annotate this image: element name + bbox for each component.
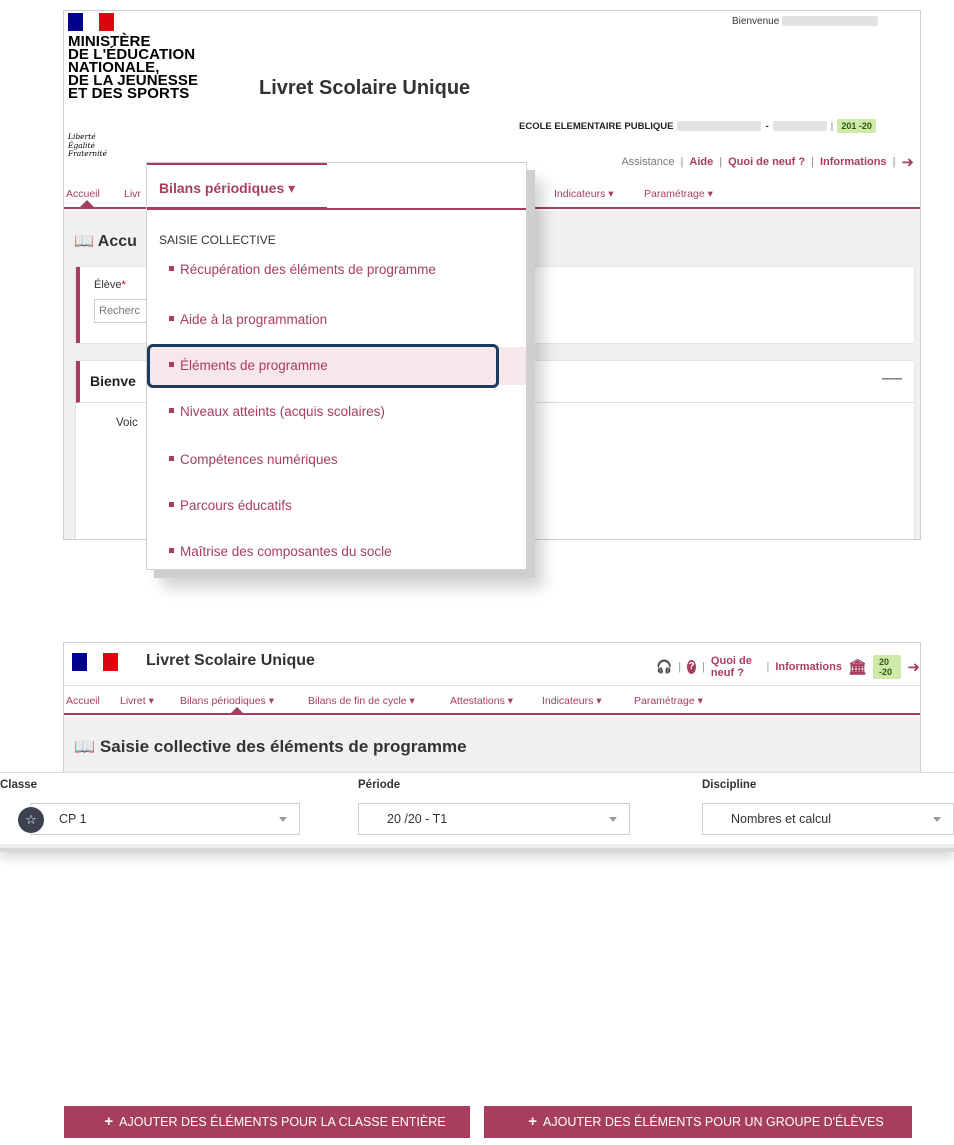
highlight-frame [147, 344, 499, 388]
marianne-flag-logo [72, 653, 118, 671]
nav-attestations[interactable]: Attestations ▾ [450, 695, 513, 707]
nav-parametrage[interactable]: Paramétrage ▾ [644, 188, 713, 200]
nav-indicateurs[interactable]: Indicateurs ▾ [554, 188, 614, 200]
dropdown-header[interactable]: Bilans périodiques ▾ [147, 163, 327, 209]
ministere-logo-text: MINISTÈRE DE L'ÉDUCATION NATIONALE, DE L… [68, 33, 199, 102]
add-elements-class-button[interactable]: + AJOUTER DES ÉLÉMENTS POUR LA CLASSE ENT… [64, 1106, 470, 1138]
year-badge[interactable]: 20 -20 [873, 655, 902, 679]
menu-item-aide-programmation[interactable]: Aide à la programmation [147, 301, 526, 339]
dropdown-section-label: SAISIE COLLECTIVE [159, 233, 276, 247]
bilans-periodiques-dropdown: Bilans périodiques ▾ SAISIE COLLECTIVE R… [146, 162, 527, 570]
star-icon[interactable]: ☆ [18, 807, 44, 833]
eleve-label: Élève* [94, 279, 126, 291]
informations-link[interactable]: Informations [820, 156, 887, 168]
periode-select[interactable]: 20 /20 - T1 [358, 803, 630, 835]
chevron-down-icon [609, 817, 617, 822]
app-title: Livret Scolaire Unique [146, 652, 315, 669]
menu-item-elements-programme[interactable]: Éléments de programme [147, 344, 526, 388]
menu-item-niveaux-atteints[interactable]: Niveaux atteints (acquis scolaires) [147, 393, 526, 431]
assistance-link[interactable]: Assistance [621, 156, 674, 168]
logout-icon[interactable]: ➜ [907, 658, 920, 676]
saisie-screenshot: Livret Scolaire Unique 🎧 | ? | Quoi de neu… [63, 642, 921, 778]
logout-icon[interactable]: ➜ [901, 153, 914, 171]
informations-link[interactable]: Informations [775, 661, 842, 673]
plus-icon: + [528, 1113, 538, 1130]
chevron-down-icon [279, 817, 287, 822]
active-nav-caret [230, 707, 244, 714]
discipline-select[interactable]: Nombres et calcul [702, 803, 954, 835]
utility-links: Assistance | Aide | Quoi de neuf ? | Inform… [621, 153, 914, 171]
nav-parametrage[interactable]: Paramétrage ▾ [634, 695, 703, 707]
active-nav-caret [80, 200, 94, 207]
menu-item-parcours-educatifs[interactable]: Parcours éducatifs [147, 487, 526, 525]
nav-indicateurs[interactable]: Indicateurs ▾ [542, 695, 602, 707]
content-area: 📖 Saisie collective des éléments de prog… [64, 717, 920, 777]
nav-accueil[interactable]: Accueil [66, 695, 100, 707]
quoi-de-neuf-link[interactable]: Quoi de neuf ? [728, 156, 805, 168]
eleve-search-input[interactable]: Recherc [94, 299, 154, 323]
nav-livret[interactable]: Livr [124, 188, 141, 200]
book-icon: 📖 [74, 737, 96, 756]
plus-icon: + [104, 1113, 114, 1130]
nav-bilans-periodiques[interactable]: Bilans périodiques ▾ [180, 695, 274, 707]
menu-item-recuperation[interactable]: Récupération des éléments de programme [147, 251, 526, 289]
marianne-flag-logo [68, 13, 114, 31]
nav-livret[interactable]: Livret ▾ [120, 695, 154, 707]
aide-link[interactable]: Aide [689, 156, 713, 168]
classe-label: Classe [0, 779, 38, 791]
classe-select[interactable]: CP 1 [30, 803, 300, 835]
page-title: 📖 Saisie collective des éléments de prog… [74, 737, 467, 756]
nav-accueil[interactable]: Accueil [66, 188, 100, 200]
headset-icon[interactable]: 🎧 [656, 659, 672, 675]
add-elements-group-button[interactable]: + AJOUTER DES ÉLÉMENTS POUR UN GROUPE D'É… [484, 1106, 912, 1138]
devise-text: Liberté Égalité Fraternité [68, 132, 107, 158]
bienvenue-text: Voic [116, 417, 138, 429]
help-icon[interactable]: ? [687, 660, 697, 674]
menu-item-maitrise-socle[interactable]: Maîtrise des composantes du socle [147, 533, 526, 571]
institution-icon[interactable]: 🏛 [848, 658, 867, 676]
nav-bilans-fin-cycle[interactable]: Bilans de fin de cycle ▾ [308, 695, 415, 707]
book-icon: 📖 [74, 233, 94, 250]
main-nav: Accueil Livret ▾ Bilans périodiques ▾ Bi… [64, 685, 920, 715]
app-title: Livret Scolaire Unique [259, 77, 471, 99]
discipline-label: Discipline [702, 779, 757, 791]
school-name: ECOLE ELEMENTAIRE PUBLIQUE - | 201 -20 [519, 119, 876, 133]
quoi-de-neuf-link[interactable]: Quoi de neuf ? [711, 655, 761, 679]
page-title: 📖 Accu [74, 233, 137, 250]
menu-item-competences-numeriques[interactable]: Compétences numériques [147, 441, 526, 479]
chevron-down-icon [933, 817, 941, 822]
collapse-icon[interactable]: — [882, 367, 902, 390]
periode-label: Période [358, 779, 401, 791]
filter-bar: Classe ☆ CP 1 Période 20 /20 - T1 Discip… [0, 772, 954, 844]
utility-links: 🎧 | ? | Quoi de neuf ? | Informations 🏛 20 … [656, 655, 920, 679]
year-badge[interactable]: 201 -20 [837, 119, 876, 133]
welcome-text: Bienvenue [732, 16, 879, 27]
